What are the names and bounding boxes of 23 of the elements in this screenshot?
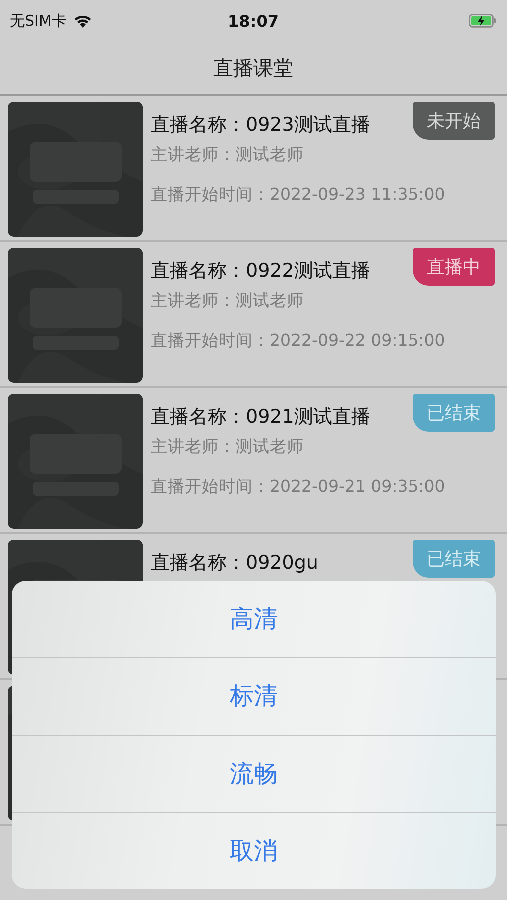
lesson-title: 直播名称：0923测试直播: [151, 113, 370, 138]
status-badge: 未开始: [413, 102, 495, 140]
teacher-label: 主讲老师：测试老师: [151, 290, 305, 312]
status-badge: 已结束: [413, 540, 495, 578]
start-time-label: 直播开始时间：2022-09-23 11:35:00: [151, 184, 446, 206]
quality-option[interactable]: 高清: [12, 581, 496, 658]
quality-option[interactable]: 流畅: [12, 736, 496, 813]
charging-battery-icon: [469, 14, 497, 28]
wifi-icon: [72, 14, 93, 28]
clock: 18:07: [228, 12, 279, 30]
start-time-label: 直播开始时间：2022-09-22 09:15:00: [151, 330, 446, 352]
lesson-title: 直播名称：0921测试直播: [151, 405, 370, 430]
page-title: 直播课堂: [214, 54, 294, 82]
teacher-label: 主讲老师：测试老师: [151, 436, 305, 458]
carrier-label: 无SIM卡: [10, 12, 67, 30]
status-badge: 已结束: [413, 394, 495, 432]
lesson-title: 直播名称：0920gu: [151, 551, 318, 576]
cancel-button[interactable]: 取消: [12, 812, 496, 889]
status-badge: 直播中: [413, 248, 495, 286]
start-time-label: 直播开始时间：2022-09-21 09:35:00: [151, 476, 446, 498]
lesson-title: 直播名称：0922测试直播: [151, 259, 370, 284]
teacher-label: 主讲老师：测试老师: [151, 144, 305, 166]
quality-option[interactable]: 标清: [12, 658, 496, 736]
